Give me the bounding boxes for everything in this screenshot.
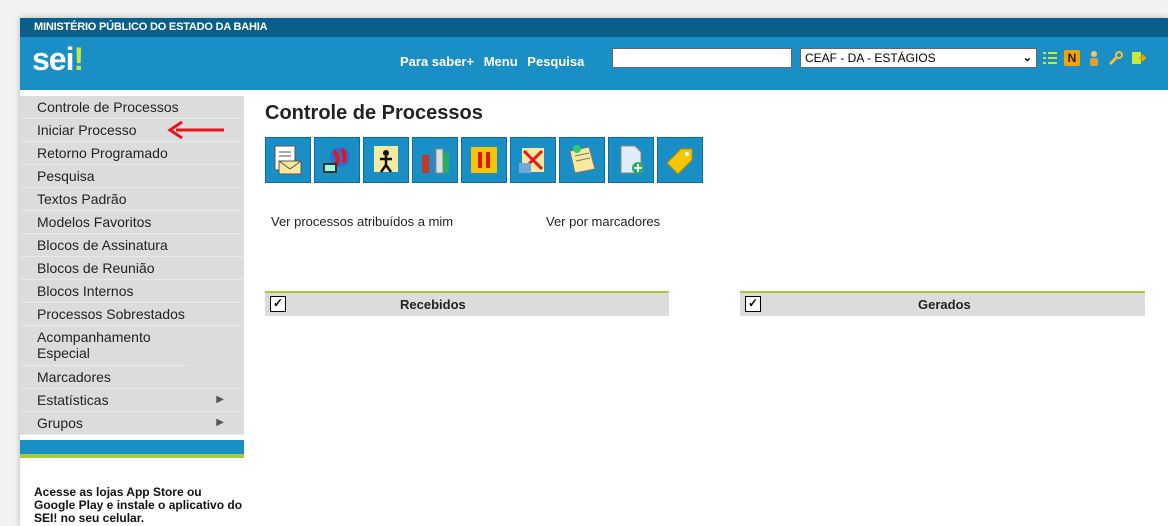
sidebar-item-label: Estatísticas [37,392,109,408]
table-title-recebidos: Recebidos [400,297,466,312]
logo-mark: ! [73,41,84,77]
notes-n-icon[interactable]: N [1064,50,1080,66]
page-title: Controle de Processos [265,102,483,124]
new-document-icon [620,145,644,174]
header-icons: N [1042,49,1146,67]
select-all-gerados-checkbox[interactable]: ✓ [745,296,761,312]
sei-logo[interactable]: sei! [32,41,84,78]
sidebar-item-textos-padrao[interactable]: Textos Padrão [20,188,244,211]
link-pesquisa[interactable]: Pesquisa [527,54,584,69]
org-name: MINISTÉRIO PÚBLICO DO ESTADO DA BAHIA [34,21,268,33]
exit-icon[interactable] [1130,50,1146,66]
header-links: Para saber+ Menu Pesquisa [400,54,590,69]
sidebar-item-blocos-internos[interactable]: Blocos Internos [20,280,244,303]
org-bar: MINISTÉRIO PÚBLICO DO ESTADO DA BAHIA [20,18,1168,37]
sidebar-item-acompanhamento-especial[interactable]: Acompanhamento Especial [20,326,190,366]
sidebar-item-retorno-programado[interactable]: Retorno Programado [20,142,244,165]
sidebar-item-pesquisa[interactable]: Pesquisa [20,165,244,188]
sidebar-item-controle-de-processos[interactable]: Controle de Processos [20,96,244,119]
submenu-arrow-icon: ▶ [216,394,224,405]
table-title-gerados: Gerados [918,297,971,312]
tag-button[interactable] [657,137,703,183]
sidebar-item-marcadores[interactable]: Marcadores [20,366,244,389]
annotation-button[interactable] [559,137,605,183]
books-button[interactable] [412,137,458,183]
annotation-icon [569,145,596,174]
unit-selected-value: CEAF - DA - ESTÁGIOS [805,51,936,65]
sidebar-item-grupos[interactable]: Grupos ▶ [20,412,244,435]
globe-button[interactable] [314,137,360,183]
sidebar-item-blocos-de-reuniao[interactable]: Blocos de Reunião [20,257,244,280]
unit-select[interactable]: CEAF - DA - ESTÁGIOS ⌄ [800,48,1037,68]
submenu-arrow-icon: ▶ [216,417,224,428]
app-store-promo: Acesse as lojas App Store ou Google Play… [34,485,243,525]
user-icon[interactable] [1086,50,1102,66]
sidebar-item-estatisticas[interactable]: Estatísticas ▶ [20,389,244,412]
sidebar-stripe-blue [20,440,244,454]
link-menu[interactable]: Menu [484,54,518,69]
wrench-icon[interactable] [1108,50,1124,66]
sidebar-item-blocos-de-assinatura[interactable]: Blocos de Assinatura [20,234,244,257]
list-icon[interactable] [1042,50,1058,66]
conclude-process-button[interactable] [510,137,556,183]
search-input[interactable] [612,48,792,68]
pause-icon [471,147,497,173]
table-header-gerados: ✓ Gerados [740,291,1145,316]
sidebar-menu: Controle de Processos Iniciar Processo R… [20,96,244,435]
sidebar-item-modelos-favoritos[interactable]: Modelos Favoritos [20,211,244,234]
pause-button[interactable] [461,137,507,183]
sidebar-item-processos-sobrestados[interactable]: Processos Sobrestados [20,303,244,326]
sei-window: MINISTÉRIO PÚBLICO DO ESTADO DA BAHIA se… [20,18,1168,526]
sidebar-item-label: Grupos [37,415,83,431]
select-all-recebidos-checkbox[interactable]: ✓ [270,296,286,312]
table-header-recebidos: ✓ Recebidos [265,291,669,316]
red-arrow-annotation-icon [167,120,224,140]
logo-text: sei [32,41,74,77]
send-process-icon [274,145,302,175]
new-document-button[interactable] [608,137,654,183]
assign-user-icon [374,146,398,173]
globe-icon [323,147,350,173]
conclude-icon [519,148,544,173]
books-icon [422,148,449,174]
tag-icon [666,148,693,175]
link-ver-por-marcadores[interactable]: Ver por marcadores [546,214,660,229]
link-ver-processos-atribuidos[interactable]: Ver processos atribuídos a mim [271,214,453,229]
assign-user-button[interactable] [363,137,409,183]
send-process-button[interactable] [265,137,311,183]
header: sei! Para saber+ Menu Pesquisa CEAF - DA… [20,37,1168,90]
chevron-down-icon: ⌄ [1022,52,1032,64]
link-para-saber[interactable]: Para saber+ [400,54,474,69]
process-toolbar [265,137,703,183]
